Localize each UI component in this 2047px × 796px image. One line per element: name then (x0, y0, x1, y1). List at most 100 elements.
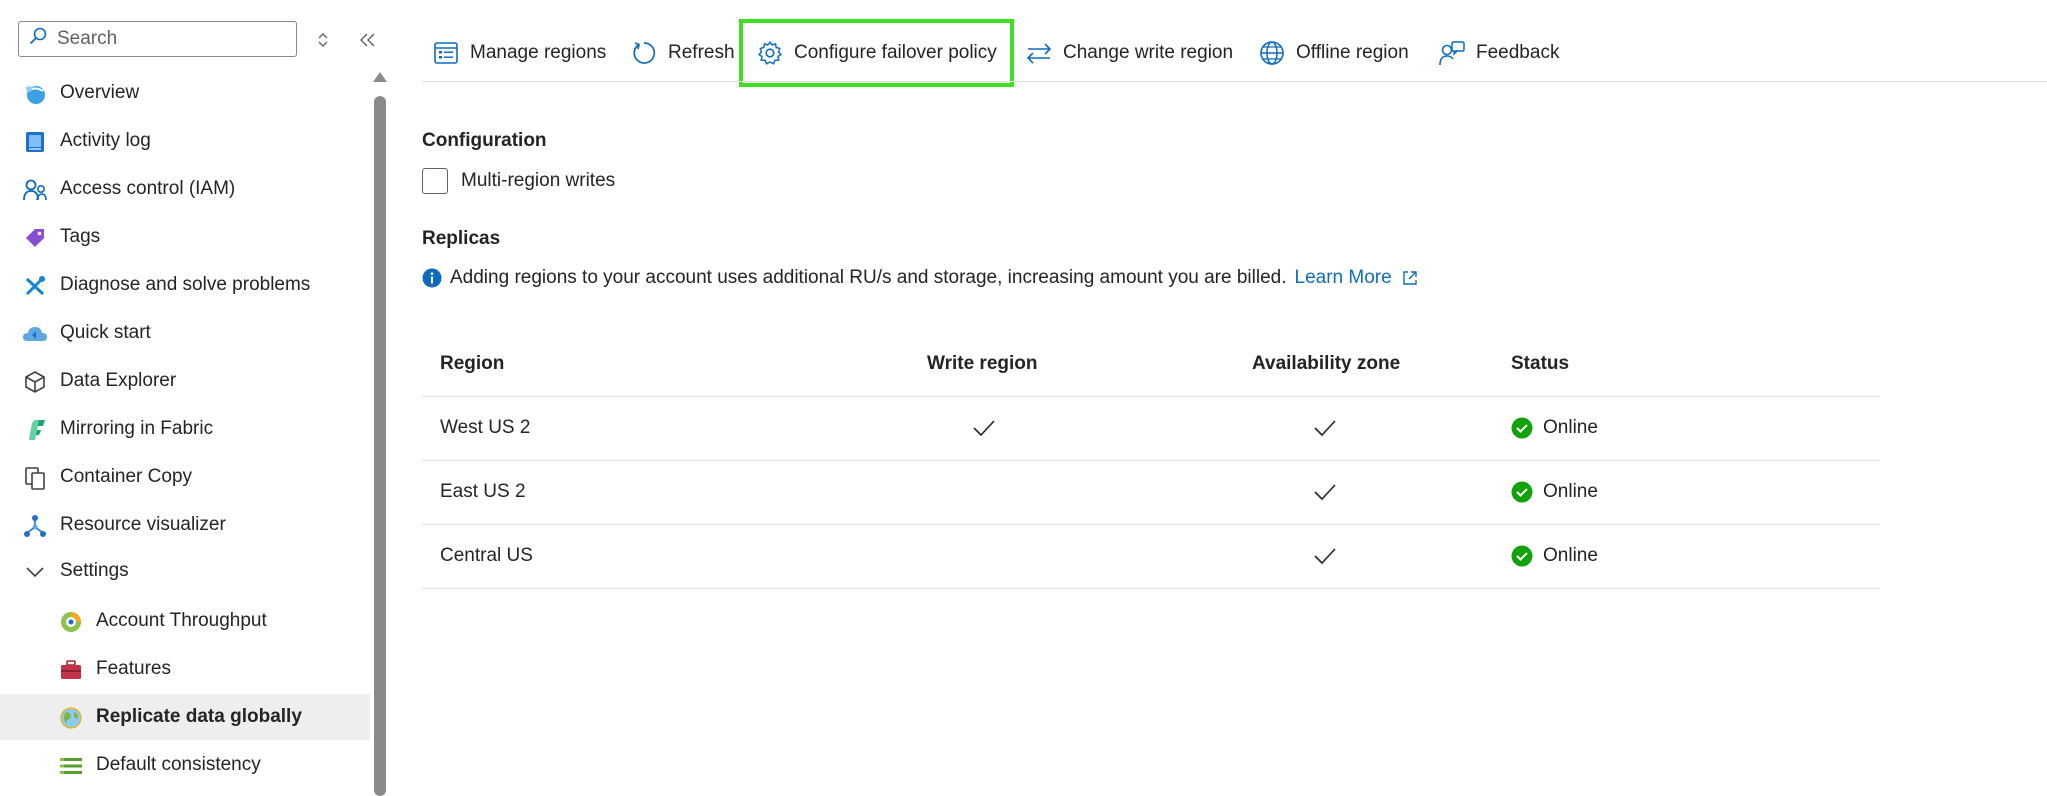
consistency-icon (58, 753, 84, 779)
online-status-icon (1511, 481, 1533, 503)
swap-arrows-icon (1025, 39, 1053, 67)
activity-log-icon (22, 129, 48, 155)
sidebar-item-container-copy[interactable]: Container Copy (0, 454, 370, 500)
availability-zone-check-icon (1298, 524, 1352, 588)
overview-icon (22, 81, 48, 107)
status-cell: Online (1511, 460, 1598, 524)
search-input[interactable] (55, 27, 279, 51)
tags-icon (22, 225, 48, 251)
refresh-icon (630, 39, 658, 67)
sidebar-item-diagnose[interactable]: Diagnose and solve problems (0, 262, 370, 308)
sidebar-item-resource-visualizer[interactable]: Resource visualizer (0, 502, 370, 548)
region-cell: Central US (440, 545, 533, 566)
sidebar-scrollbar[interactable] (372, 72, 388, 796)
feedback-icon (1438, 39, 1466, 67)
sidebar-item-label: Resource visualizer (60, 514, 226, 535)
replicas-heading: Replicas (422, 228, 501, 249)
online-status-icon (1511, 417, 1533, 439)
sidebar-item-data-explorer[interactable]: Data Explorer (0, 358, 370, 404)
external-link-icon (1402, 270, 1418, 286)
collapse-menu-button[interactable] (356, 28, 380, 52)
billing-info-message: Adding regions to your account uses addi… (422, 267, 1418, 289)
offline-region-label: Offline region (1296, 42, 1409, 63)
sidebar-item-overview[interactable]: Overview (0, 70, 370, 116)
configure-failover-label: Configure failover policy (794, 42, 997, 63)
offline-region-button[interactable]: Offline region (1258, 22, 1409, 84)
sidebar-item-mirroring-fabric[interactable]: Mirroring in Fabric (0, 406, 370, 452)
sidebar-item-label: Features (96, 658, 171, 679)
learn-more-label: Learn More (1294, 267, 1392, 288)
table-header-row: Region Write region Availability zone St… (422, 332, 1880, 397)
gear-icon (756, 39, 784, 67)
throughput-icon (58, 609, 84, 635)
region-cell: East US 2 (440, 481, 526, 502)
table-row[interactable]: West US 2 Online (422, 396, 1880, 461)
sidebar-item-account-throughput[interactable]: Account Throughput (0, 598, 370, 644)
manage-regions-button[interactable]: Manage regions (432, 22, 606, 84)
sidebar-item-label: Quick start (60, 322, 151, 343)
manage-regions-icon (432, 39, 460, 67)
globe-outline-icon (1258, 39, 1286, 67)
sidebar-item-label: Diagnose and solve problems (60, 274, 311, 295)
configuration-heading: Configuration (422, 130, 547, 151)
sidebar-item-default-consistency[interactable]: Default consistency (0, 742, 370, 788)
quick-start-icon (22, 321, 48, 347)
features-icon (58, 657, 84, 683)
scroll-up-arrow-icon[interactable] (373, 72, 387, 82)
resource-menu: Overview Activity log Access control (IA… (0, 0, 387, 796)
column-header-region[interactable]: Region (440, 332, 504, 396)
data-explorer-icon (22, 369, 48, 395)
diagnose-icon (22, 273, 48, 299)
multi-region-writes-label: Multi-region writes (461, 170, 616, 191)
availability-zone-check-icon (1298, 460, 1352, 524)
refresh-button[interactable]: Refresh (630, 22, 735, 84)
container-copy-icon (22, 465, 48, 491)
table-row[interactable]: Central US Online (422, 524, 1880, 589)
status-label: Online (1543, 545, 1598, 566)
availability-zone-check-icon (1298, 396, 1352, 460)
double-chevron-left-icon (360, 33, 375, 47)
sidebar-item-activity-log[interactable]: Activity log (0, 118, 370, 164)
multi-region-writes-checkbox[interactable] (422, 168, 448, 194)
online-status-icon (1511, 545, 1533, 567)
sidebar-item-label: Default consistency (96, 754, 261, 775)
sidebar-item-label: Data Explorer (60, 370, 177, 391)
sidebar-item-label: Account Throughput (96, 610, 267, 631)
sidebar-item-label: Tags (60, 226, 101, 247)
sidebar-item-tags[interactable]: Tags (0, 214, 370, 260)
scroll-thumb[interactable] (374, 96, 386, 796)
sidebar-group-settings[interactable]: Settings (0, 548, 370, 594)
sidebar-item-access-control[interactable]: Access control (IAM) (0, 166, 370, 212)
feedback-button[interactable]: Feedback (1438, 22, 1559, 84)
resource-visualizer-icon (22, 513, 48, 539)
sidebar-item-label: Overview (60, 82, 140, 103)
write-region-check-icon (957, 396, 1011, 460)
change-write-region-label: Change write region (1063, 42, 1234, 63)
toolbar-divider (422, 81, 2047, 82)
column-header-write-region[interactable]: Write region (927, 332, 1038, 396)
column-header-availability-zone[interactable]: Availability zone (1252, 332, 1400, 396)
region-cell: West US 2 (440, 417, 531, 438)
feedback-label: Feedback (1476, 42, 1560, 63)
status-label: Online (1543, 481, 1598, 502)
refresh-label: Refresh (668, 42, 735, 63)
sidebar-item-features[interactable]: Features (0, 646, 370, 692)
sidebar-item-label: Replicate data globally (96, 706, 302, 727)
sidebar-item-label: Container Copy (60, 466, 193, 487)
sidebar-item-label: Access control (IAM) (60, 178, 236, 199)
change-write-region-button[interactable]: Change write region (1025, 22, 1233, 84)
column-header-status[interactable]: Status (1511, 332, 1569, 396)
sidebar-item-replicate-data-globally[interactable]: Replicate data globally (0, 694, 370, 740)
chevron-down-icon (22, 559, 48, 585)
multi-region-writes-checkbox-row[interactable]: Multi-region writes (422, 168, 615, 194)
info-icon (422, 268, 442, 288)
sidebar-item-quick-start[interactable]: Quick start (0, 310, 370, 356)
manage-regions-label: Manage regions (470, 42, 607, 63)
table-row[interactable]: East US 2 Online (422, 460, 1880, 525)
configure-failover-policy-button[interactable]: Configure failover policy (739, 19, 1014, 87)
sort-button[interactable] (314, 27, 332, 53)
search-box[interactable] (18, 21, 297, 57)
learn-more-link[interactable]: Learn More (1295, 267, 1418, 289)
sort-icon (318, 33, 328, 47)
status-cell: Online (1511, 524, 1598, 588)
